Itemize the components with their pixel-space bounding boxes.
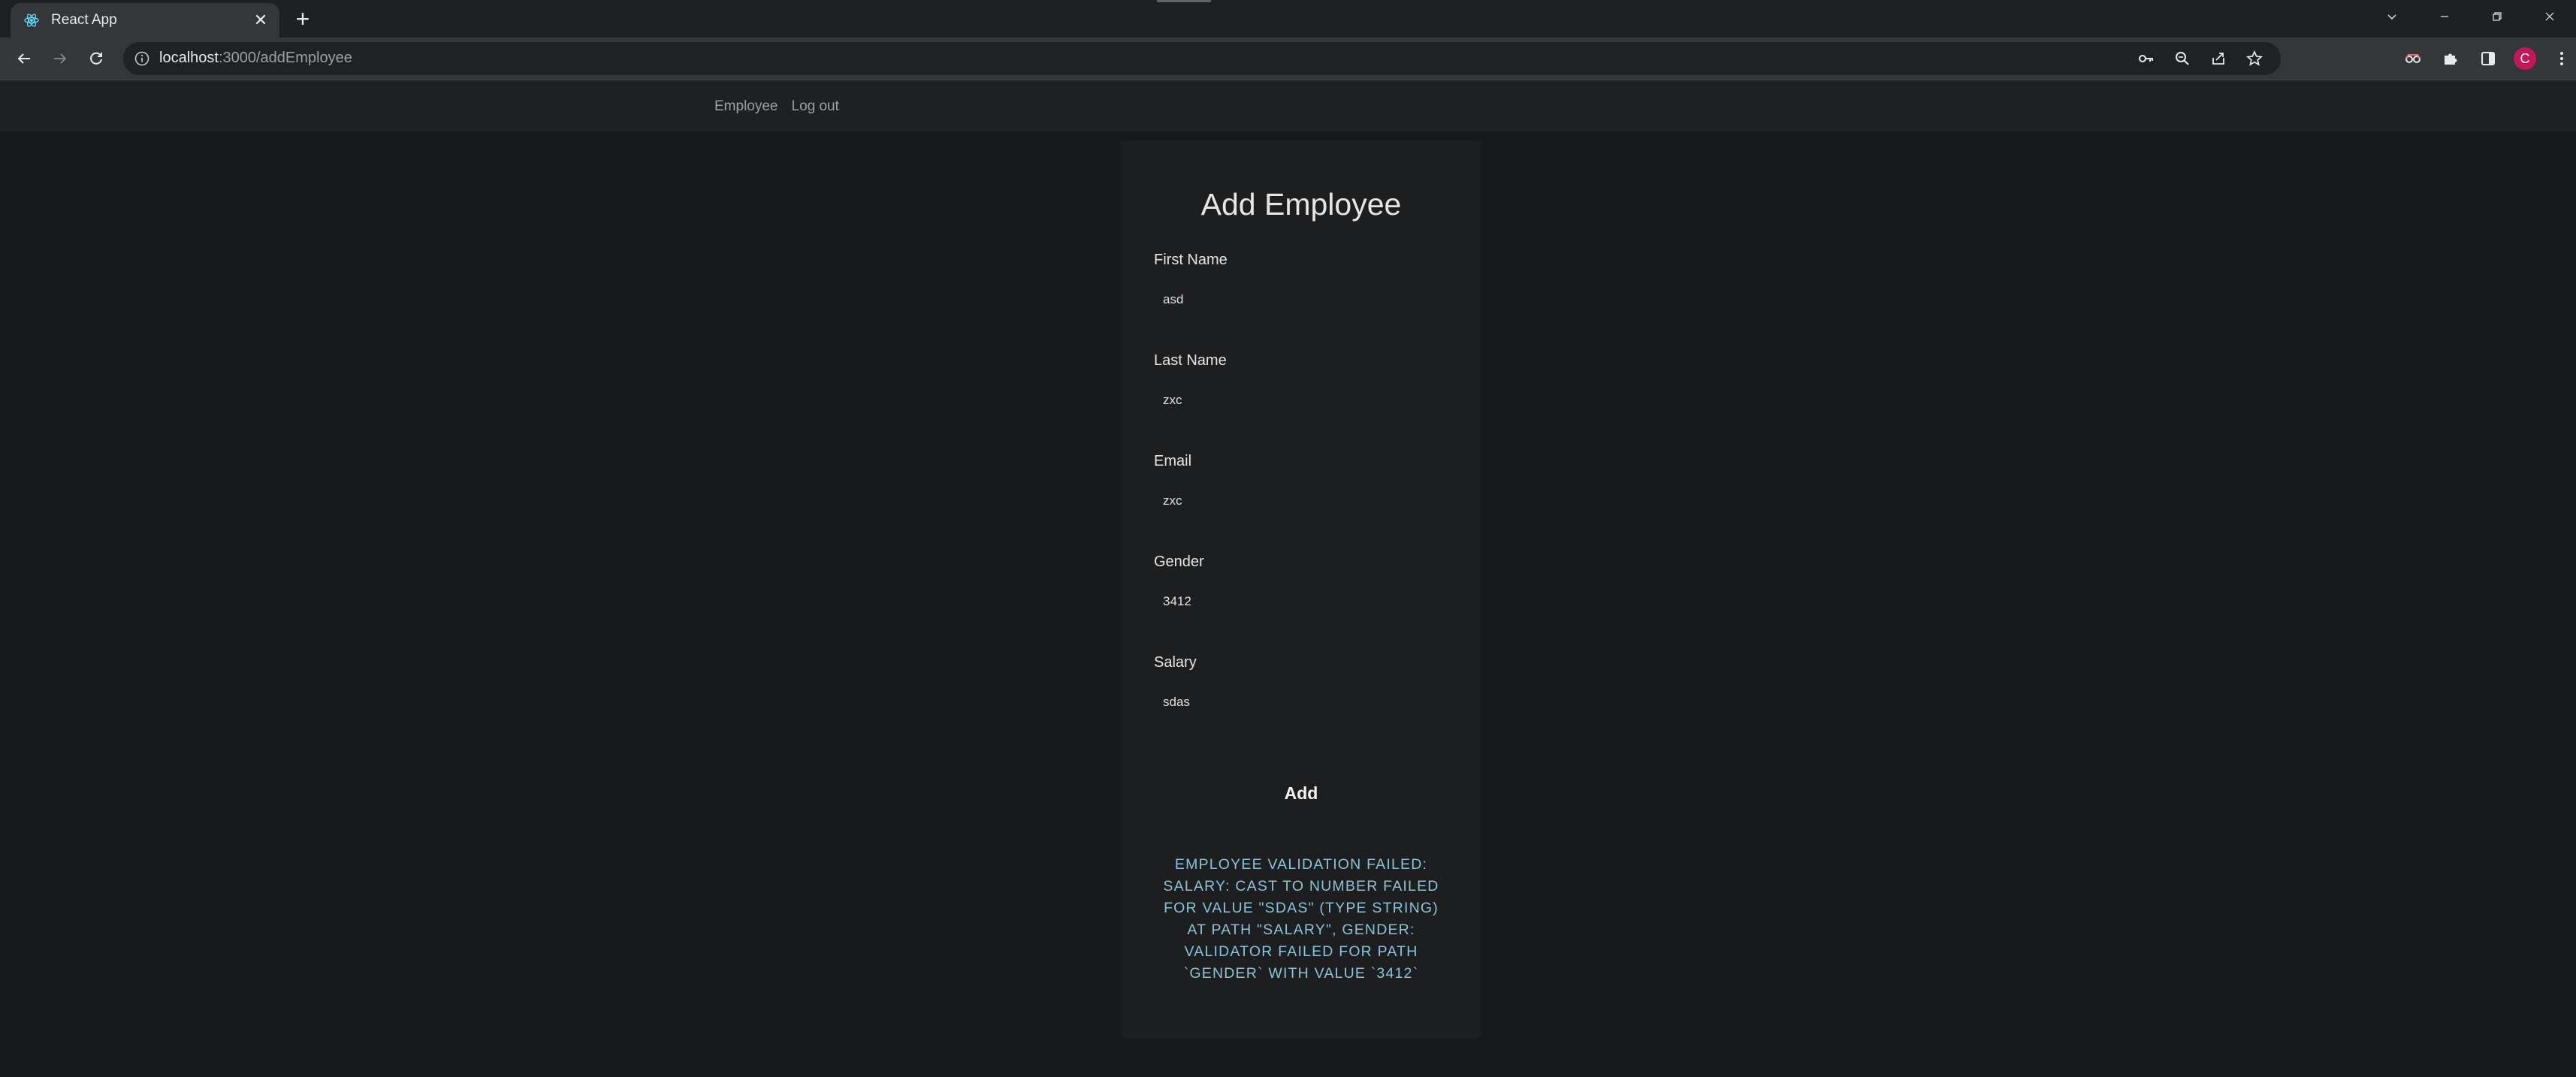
minimize-icon[interactable]: [2418, 0, 2471, 33]
add-button[interactable]: Add: [1211, 774, 1391, 812]
url-path: :3000/addEmployee: [218, 50, 352, 66]
email-label: Email: [1154, 453, 1192, 469]
tab-title: React App: [51, 12, 117, 28]
email-input[interactable]: [1154, 483, 1448, 519]
gender-input[interactable]: [1154, 584, 1448, 620]
close-tab-icon[interactable]: ✕: [249, 9, 272, 32]
key-icon[interactable]: [2137, 49, 2156, 68]
new-tab-icon[interactable]: +: [290, 5, 316, 32]
browser-toolbar: localhost:3000/addEmployee C: [0, 38, 2576, 80]
first-name-label: First Name: [1154, 252, 1228, 268]
first-name-input[interactable]: [1154, 282, 1448, 318]
browser-tab-strip: React App ✕ +: [0, 0, 2576, 38]
bookmark-star-icon[interactable]: [2245, 49, 2264, 68]
nav-link-logout[interactable]: Log out: [792, 98, 839, 115]
window-drag-indicator: [1157, 0, 1211, 2]
more-menu-icon[interactable]: [2550, 47, 2574, 71]
close-window-icon[interactable]: [2523, 0, 2576, 33]
extensions-puzzle-icon[interactable]: [2439, 47, 2463, 71]
forward-arrow-icon[interactable]: [48, 47, 72, 71]
last-name-input[interactable]: [1154, 382, 1448, 418]
add-employee-card: Add Employee First Name Last Name Email …: [1121, 140, 1481, 1039]
address-bar-actions: [2137, 49, 2264, 68]
site-info-icon[interactable]: [134, 50, 150, 67]
gender-label: Gender: [1154, 554, 1204, 570]
salary-input[interactable]: [1154, 684, 1448, 720]
back-arrow-icon[interactable]: [12, 47, 36, 71]
share-icon[interactable]: [2209, 49, 2228, 68]
side-panel-icon[interactable]: [2476, 47, 2500, 71]
window-controls: [2366, 0, 2576, 33]
url-host: localhost: [159, 50, 219, 66]
app-navbar: Employee Log out: [0, 80, 2576, 131]
nav-links: Employee Log out: [714, 98, 839, 115]
restore-icon[interactable]: [2471, 0, 2523, 33]
salary-label: Salary: [1154, 654, 1197, 671]
browser-tab[interactable]: React App ✕: [11, 3, 279, 38]
address-bar[interactable]: localhost:3000/addEmployee: [123, 42, 2281, 75]
tab-search-icon[interactable]: [2366, 0, 2418, 33]
last-name-label: Last Name: [1154, 352, 1227, 369]
profile-avatar[interactable]: C: [2514, 47, 2536, 70]
extensions-area: C: [2401, 47, 2574, 71]
page-title: Add Employee: [1200, 187, 1402, 222]
nav-link-employee[interactable]: Employee: [714, 98, 778, 115]
validation-error-message: EMPLOYEE VALIDATION FAILED: SALARY: CAST…: [1163, 856, 1439, 982]
zoom-icon[interactable]: [2173, 49, 2192, 68]
react-logo-icon: [23, 11, 41, 29]
extension-glasses-icon[interactable]: [2401, 47, 2425, 71]
url-text[interactable]: localhost:3000/addEmployee: [159, 50, 352, 67]
reload-icon[interactable]: [84, 47, 108, 71]
